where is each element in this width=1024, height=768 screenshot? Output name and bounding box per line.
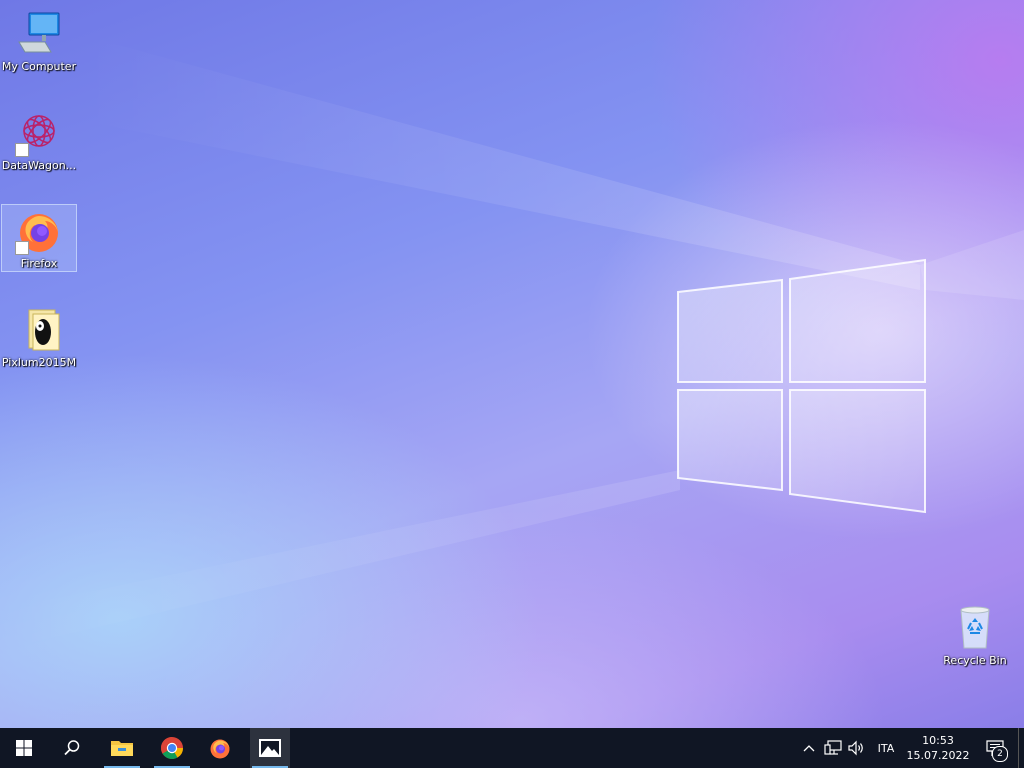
network-icon — [824, 740, 842, 755]
action-center-button[interactable]: 2 — [978, 728, 1012, 768]
taskbar-photos[interactable] — [250, 728, 290, 768]
language-indicator: ITA — [877, 741, 895, 755]
desktop-icon-datawagon[interactable]: DataWagon... — [1, 107, 77, 173]
taskbar-chrome[interactable] — [152, 728, 192, 768]
tray-overflow-button[interactable] — [800, 728, 818, 768]
tray-network-button[interactable] — [822, 728, 844, 768]
shortcut-arrow-icon — [15, 241, 29, 255]
chrome-icon — [161, 737, 183, 759]
windows-logo-wallpaper — [677, 258, 926, 514]
desktop-icon-label: Pixlum2015M — [1, 356, 77, 369]
taskbar-firefox[interactable] — [200, 728, 240, 768]
chevron-up-icon — [803, 745, 815, 752]
shortcut-arrow-icon — [15, 143, 29, 157]
computer-icon — [15, 10, 63, 58]
start-button[interactable] — [4, 728, 44, 768]
search-button[interactable] — [52, 728, 92, 768]
desktop-icon-firefox[interactable]: Firefox — [1, 204, 77, 272]
search-icon — [64, 740, 80, 756]
desktop-icon-label: DataWagon... — [1, 159, 77, 172]
clock-time: 10:53 — [922, 734, 954, 747]
show-desktop-button[interactable] — [1018, 728, 1024, 768]
file-explorer-icon — [111, 741, 133, 756]
firefox-icon — [15, 207, 63, 255]
windows-start-icon — [16, 740, 32, 756]
clock-date: 15.07.2022 — [906, 749, 970, 762]
pixlum-icon — [15, 306, 63, 354]
desktop[interactable]: My Computer DataWagon... Firefox Pixlum2… — [0, 0, 1024, 728]
speaker-icon — [848, 740, 863, 756]
taskbar: ITA 10:53 15.07.2022 2 — [0, 728, 1024, 768]
desktop-icon-label: My Computer — [1, 60, 77, 73]
desktop-icon-label: Recycle Bin — [943, 654, 1007, 667]
photos-icon — [259, 739, 281, 757]
desktop-icon-label: Firefox — [20, 257, 58, 270]
tray-volume-button[interactable] — [846, 728, 868, 768]
desktop-icon-my-computer[interactable]: My Computer — [1, 8, 77, 74]
firefox-icon — [210, 739, 230, 759]
recycle-bin-icon — [951, 604, 999, 652]
notification-count-badge: 2 — [992, 746, 1008, 762]
tray-language-button[interactable]: ITA — [872, 728, 900, 768]
tray-clock[interactable]: 10:53 15.07.2022 — [904, 728, 972, 768]
datawagon-icon — [15, 109, 63, 157]
desktop-icon-pixlum[interactable]: Pixlum2015M — [1, 304, 77, 370]
taskbar-file-explorer[interactable] — [102, 728, 142, 768]
desktop-icon-recycle-bin[interactable]: Recycle Bin — [937, 602, 1013, 668]
